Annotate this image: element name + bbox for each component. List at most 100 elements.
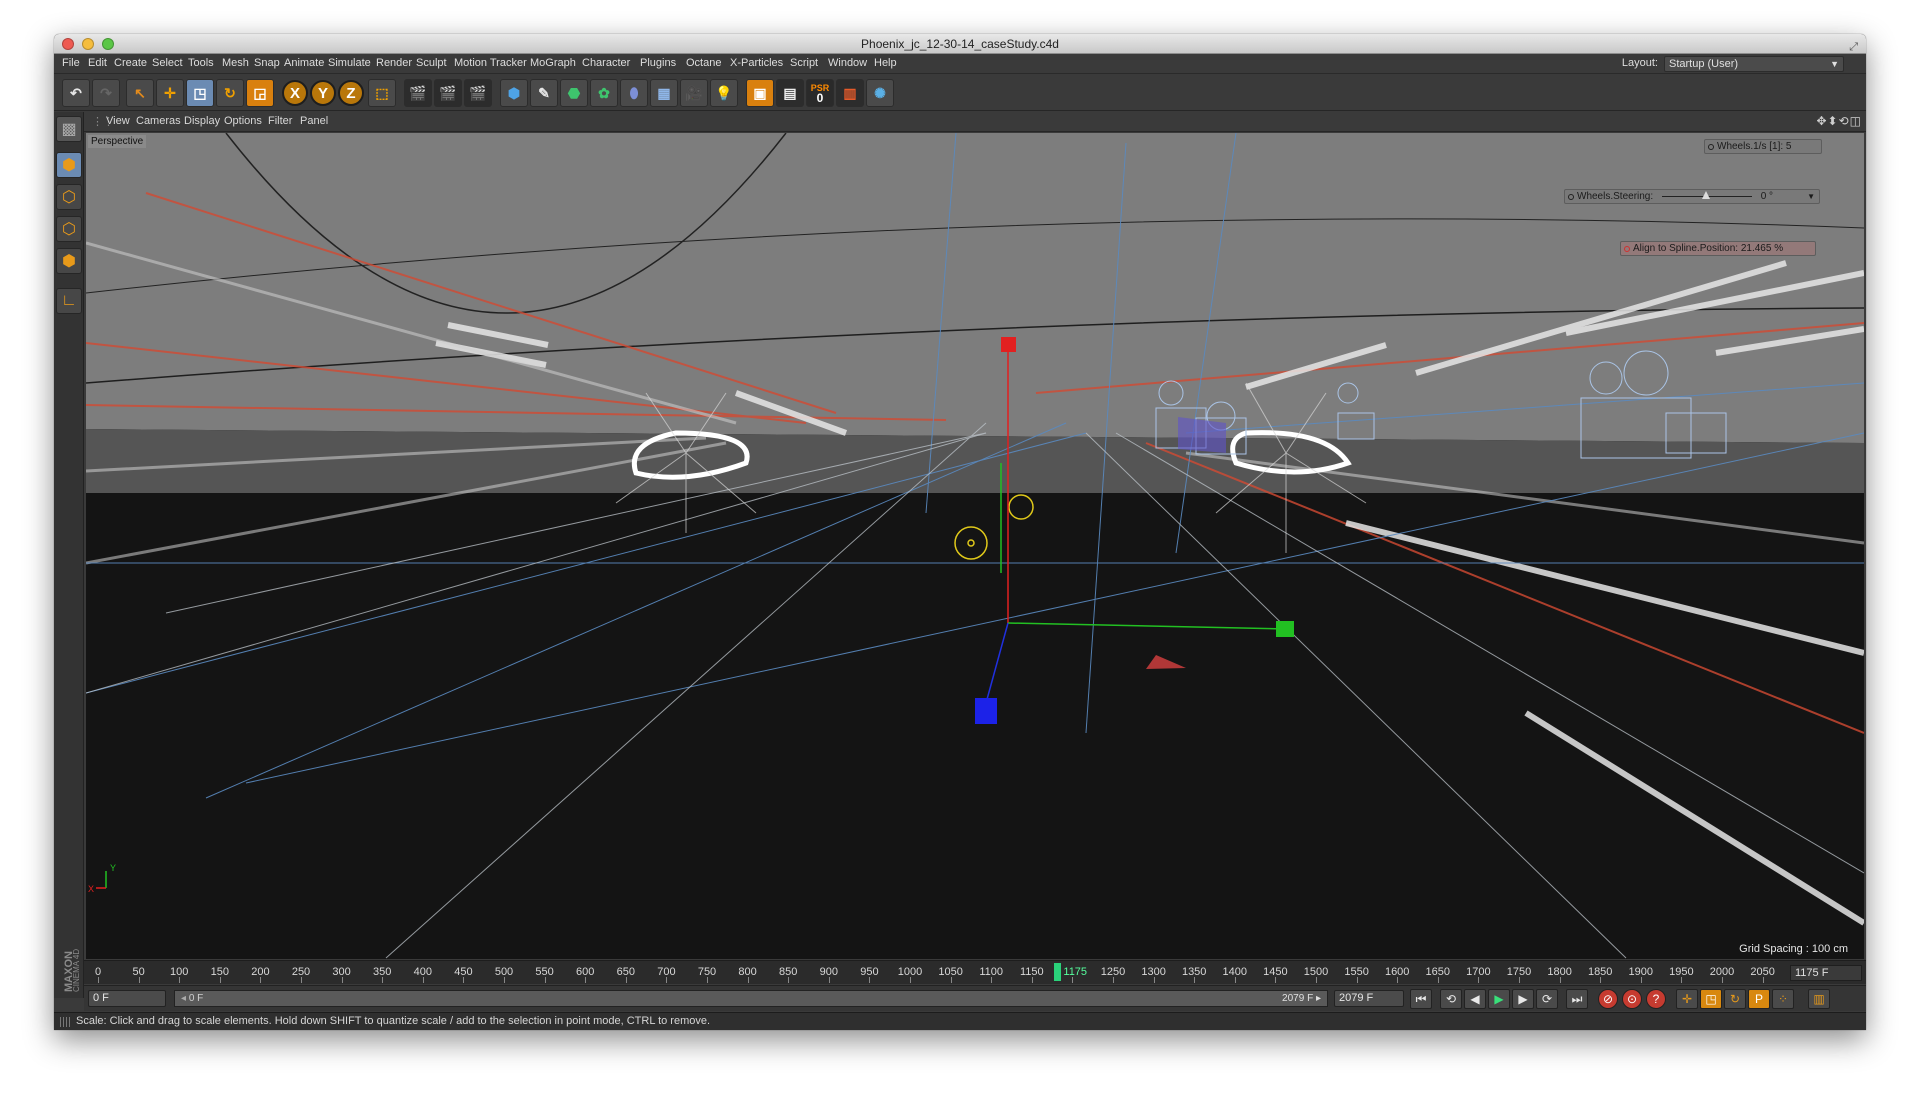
points-mode-button[interactable]: ⬡ <box>56 184 82 210</box>
render-view-button[interactable]: 🎬 <box>404 79 432 107</box>
menu-x-particles[interactable]: X-Particles <box>730 57 783 69</box>
add-nurbs-button[interactable]: ⬣ <box>560 79 588 107</box>
minimize-window-button[interactable] <box>82 38 94 50</box>
menu-animate[interactable]: Animate <box>284 57 324 69</box>
recent-tool-button[interactable]: ◲ <box>246 79 274 107</box>
hud-align-to-spline[interactable]: Align to Spline.Position: 21.465 % <box>1620 241 1816 256</box>
keyframe-selection-button[interactable]: ? <box>1646 989 1666 1009</box>
menu-motion-tracker[interactable]: Motion Tracker <box>454 57 527 69</box>
add-camera-button[interactable]: 🎥 <box>680 79 708 107</box>
zoom-window-button[interactable] <box>102 38 114 50</box>
viewport-menu-panel[interactable]: Panel <box>300 115 328 127</box>
go-to-next-frame-button[interactable]: ▶ <box>1512 989 1534 1009</box>
viewport-menu-filter[interactable]: Filter <box>268 115 292 127</box>
add-array-button[interactable]: ✿ <box>590 79 618 107</box>
y-axis-lock-button[interactable]: Y <box>310 80 336 106</box>
hud-wheels-steering[interactable]: Wheels.Steering: 0 ° ▼ <box>1564 189 1820 204</box>
menu-edit[interactable]: Edit <box>88 57 107 69</box>
viewport-menu-display[interactable]: Display <box>184 115 220 127</box>
timeline-playhead[interactable] <box>1054 963 1062 981</box>
move-tool-button[interactable]: ✛ <box>156 79 184 107</box>
layout-select[interactable]: Startup (User) ▼ <box>1664 56 1844 72</box>
go-to-start-button[interactable]: ⏮ <box>1410 989 1432 1009</box>
go-to-previous-key-button[interactable]: ⟲ <box>1440 989 1462 1009</box>
make-editable-button[interactable]: ▩ <box>56 116 82 142</box>
viewport-menu-view[interactable]: View <box>106 115 130 127</box>
autokeying-button[interactable]: ⊙ <box>1622 989 1642 1009</box>
polygons-mode-button[interactable]: ⬢ <box>56 248 82 274</box>
live-selection-button[interactable]: ↖ <box>126 79 154 107</box>
menu-help[interactable]: Help <box>874 57 897 69</box>
viewport-camera-label[interactable]: Perspective <box>88 135 147 148</box>
octane-live-viewer-button[interactable]: ▣ <box>746 79 774 107</box>
max-frame-field[interactable]: 2079 F <box>1334 990 1404 1007</box>
redo-icon: ↷ <box>100 84 112 101</box>
render-picture-viewer-button[interactable]: 🎬 <box>434 79 462 107</box>
menu-mograph[interactable]: MoGraph <box>530 57 576 69</box>
menu-octane[interactable]: Octane <box>686 57 721 69</box>
timeline-tick-label: 300 <box>332 966 351 978</box>
redo-button[interactable]: ↷ <box>92 79 120 107</box>
close-window-button[interactable] <box>62 38 74 50</box>
go-to-previous-frame-button[interactable]: ◀ <box>1464 989 1486 1009</box>
record-parameter-button[interactable]: P <box>1748 989 1770 1009</box>
timeline-tick-label: 150 <box>210 966 229 978</box>
render-settings-button[interactable]: 🎬 <box>464 79 492 107</box>
record-rotation-button[interactable]: ↻ <box>1724 989 1746 1009</box>
menu-plugins[interactable]: Plugins <box>640 57 676 69</box>
add-spline-button[interactable]: ✎ <box>530 79 558 107</box>
workplane-button[interactable]: ∟ <box>56 288 82 314</box>
menu-character[interactable]: Character <box>582 57 630 69</box>
menu-script[interactable]: Script <box>790 57 818 69</box>
psr-button[interactable]: PSR 0 <box>806 79 834 107</box>
steering-slider[interactable] <box>1661 190 1752 199</box>
menu-snap[interactable]: Snap <box>254 57 280 69</box>
rotate-icon: ↻ <box>224 84 236 101</box>
coordinate-system-button[interactable]: ⬚ <box>368 79 396 107</box>
menu-tools[interactable]: Tools <box>188 57 214 69</box>
timeline-ticks[interactable]: 0 50 100 150 200 250 300 350 400 450 500 550 600 650 7… <box>88 961 1784 985</box>
record-position-button[interactable]: ✛ <box>1676 989 1698 1009</box>
z-axis-lock-button[interactable]: Z <box>338 80 364 106</box>
undo-button[interactable]: ↶ <box>62 79 90 107</box>
play-forwards-button[interactable]: ▶ <box>1488 989 1510 1009</box>
add-light-button[interactable]: 💡 <box>710 79 738 107</box>
x-axis-lock-button[interactable]: X <box>282 80 308 106</box>
viewport-menu-options[interactable]: Options <box>224 115 262 127</box>
preview-range-slider[interactable]: ◂ 0 F 2079 F ▸ <box>174 990 1328 1007</box>
model-cube-icon: ⬢ <box>62 157 76 174</box>
record-point-level-button[interactable]: ⁘ <box>1772 989 1794 1009</box>
menu-render[interactable]: Render <box>376 57 412 69</box>
octane-render-button[interactable]: ▤ <box>776 79 804 107</box>
menu-window[interactable]: Window <box>828 57 867 69</box>
record-active-objects-button[interactable]: ⊘ <box>1598 989 1618 1009</box>
add-deformer-button[interactable]: ⬮ <box>620 79 648 107</box>
go-to-next-key-button[interactable]: ⟳ <box>1536 989 1558 1009</box>
timeline-window-button[interactable]: ▥ <box>1808 989 1830 1009</box>
add-floor-button[interactable]: ▦ <box>650 79 678 107</box>
record-scale-button[interactable]: ◳ <box>1700 989 1722 1009</box>
menu-sculpt[interactable]: Sculpt <box>416 57 447 69</box>
add-cube-button[interactable]: ⬢ <box>500 79 528 107</box>
maxon-cinema4d-logo: MAXON CINEMA 4D <box>63 949 80 992</box>
menu-select[interactable]: Select <box>152 57 183 69</box>
perspective-viewport[interactable]: Y X Perspective Wheels.1/s [1]: 5 Wheels… <box>86 133 1864 959</box>
viewport-navigation-icons[interactable]: ✥⬍⟲◫ <box>1816 114 1862 128</box>
scale-tool-button[interactable]: ◳ <box>186 79 214 107</box>
hud-wheels-1s[interactable]: Wheels.1/s [1]: 5 <box>1704 139 1822 154</box>
menu-file[interactable]: File <box>62 57 80 69</box>
rotate-tool-button[interactable]: ↻ <box>216 79 244 107</box>
timeline-render-button[interactable]: ▥ <box>836 79 864 107</box>
timeline-tick-label: 1300 <box>1141 966 1166 978</box>
go-to-end-button[interactable]: ⏭ <box>1566 989 1588 1009</box>
x-particles-button[interactable]: ✺ <box>866 79 894 107</box>
start-frame-field[interactable]: 0 F <box>88 990 166 1007</box>
edges-mode-button[interactable]: ⬡ <box>56 216 82 242</box>
menu-create[interactable]: Create <box>114 57 147 69</box>
question-key-icon: ? <box>1652 992 1660 1006</box>
menu-simulate[interactable]: Simulate <box>328 57 371 69</box>
model-mode-button[interactable]: ⬢ <box>56 152 82 178</box>
viewport-menu-cameras[interactable]: Cameras <box>136 115 181 127</box>
menu-mesh[interactable]: Mesh <box>222 57 249 69</box>
timeline-ruler[interactable]: 0 50 100 150 200 250 300 350 400 450 500 550 600 650 7… <box>84 960 1866 984</box>
